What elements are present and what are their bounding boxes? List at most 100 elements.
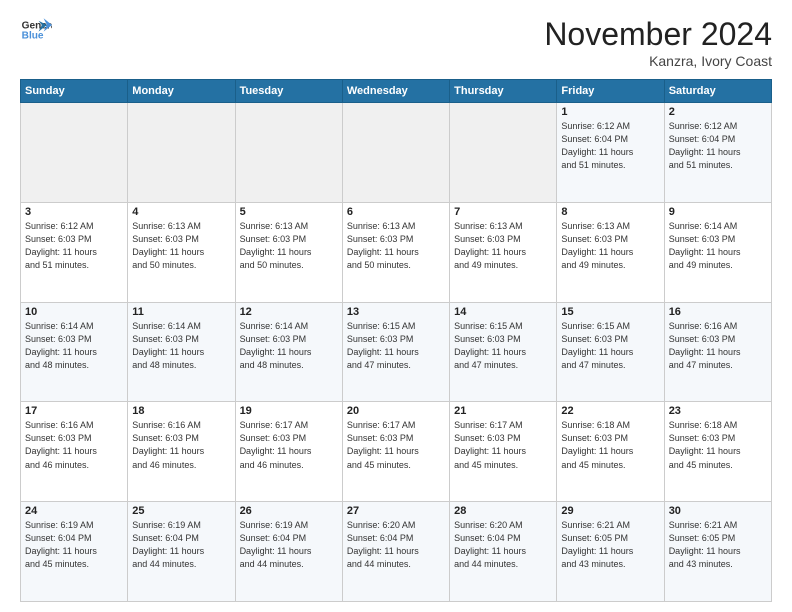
calendar-week-row: 3 Sunrise: 6:12 AMSunset: 6:03 PMDaylight… (21, 202, 772, 302)
table-row (450, 103, 557, 203)
day-info: Sunrise: 6:20 AMSunset: 6:04 PMDaylight:… (347, 519, 445, 571)
day-info: Sunrise: 6:19 AMSunset: 6:04 PMDaylight:… (25, 519, 123, 571)
logo: General Blue (20, 16, 52, 44)
table-row: 25 Sunrise: 6:19 AMSunset: 6:04 PMDayligh… (128, 502, 235, 602)
col-wednesday: Wednesday (342, 80, 449, 103)
day-info: Sunrise: 6:12 AMSunset: 6:04 PMDaylight:… (561, 120, 659, 172)
table-row: 15Sunrise: 6:15 AMSunset: 6:03 PMDayligh… (557, 302, 664, 402)
calendar-week-row: 17Sunrise: 6:16 AMSunset: 6:03 PMDayligh… (21, 402, 772, 502)
table-row: 6Sunrise: 6:13 AMSunset: 6:03 PMDaylight… (342, 202, 449, 302)
day-info: Sunrise: 6:19 AMSunset: 6:04 PMDaylight:… (240, 519, 338, 571)
calendar-header-row: Sunday Monday Tuesday Wednesday Thursday… (21, 80, 772, 103)
day-info: Sunrise: 6:13 AMSunset: 6:03 PMDaylight:… (240, 220, 338, 272)
table-row: 9 Sunrise: 6:14 AMSunset: 6:03 PMDaylight… (664, 202, 771, 302)
day-info: Sunrise: 6:15 AMSunset: 6:03 PMDaylight:… (347, 320, 445, 372)
table-row (235, 103, 342, 203)
day-info: Sunrise: 6:19 AMSunset: 6:04 PMDaylight:… (132, 519, 230, 571)
table-row: 17Sunrise: 6:16 AMSunset: 6:03 PMDayligh… (21, 402, 128, 502)
day-number: 16 (669, 306, 767, 318)
table-row: 2 Sunrise: 6:12 AMSunset: 6:04 PMDaylight… (664, 103, 771, 203)
day-number: 30 (669, 505, 767, 517)
day-number: 12 (240, 306, 338, 318)
table-row: 26 Sunrise: 6:19 AMSunset: 6:04 PMDayligh… (235, 502, 342, 602)
col-tuesday: Tuesday (235, 80, 342, 103)
day-info: Sunrise: 6:17 AMSunset: 6:03 PMDaylight:… (240, 419, 338, 471)
day-number: 20 (347, 405, 445, 417)
day-number: 28 (454, 505, 552, 517)
svg-text:Blue: Blue (22, 30, 44, 41)
day-info: Sunrise: 6:14 AMSunset: 6:03 PMDaylight:… (25, 320, 123, 372)
day-number: 2 (669, 106, 767, 118)
table-row: 13Sunrise: 6:15 AMSunset: 6:03 PMDayligh… (342, 302, 449, 402)
day-info: Sunrise: 6:14 AMSunset: 6:03 PMDaylight:… (669, 220, 767, 272)
table-row: 10 Sunrise: 6:14 AMSunset: 6:03 PMDayligh… (21, 302, 128, 402)
table-row: 18 Sunrise: 6:16 AMSunset: 6:03 PMDayligh… (128, 402, 235, 502)
table-row: 4 Sunrise: 6:13 AMSunset: 6:03 PMDaylight… (128, 202, 235, 302)
table-row: 27 Sunrise: 6:20 AMSunset: 6:04 PMDayligh… (342, 502, 449, 602)
table-row: 5 Sunrise: 6:13 AMSunset: 6:03 PMDaylight… (235, 202, 342, 302)
day-number: 4 (132, 206, 230, 218)
page-subtitle: Kanzra, Ivory Coast (544, 53, 772, 69)
day-number: 18 (132, 405, 230, 417)
day-info: Sunrise: 6:17 AMSunset: 6:03 PMDaylight:… (347, 419, 445, 471)
col-thursday: Thursday (450, 80, 557, 103)
table-row: 21 Sunrise: 6:17 AMSunset: 6:03 PMDayligh… (450, 402, 557, 502)
day-info: Sunrise: 6:12 AMSunset: 6:04 PMDaylight:… (669, 120, 767, 172)
table-row: 12 Sunrise: 6:14 AMSunset: 6:03 PMDayligh… (235, 302, 342, 402)
day-number: 5 (240, 206, 338, 218)
day-number: 7 (454, 206, 552, 218)
day-info: Sunrise: 6:13 AMSunset: 6:03 PMDaylight:… (347, 220, 445, 272)
title-block: November 2024 Kanzra, Ivory Coast (544, 16, 772, 69)
table-row: 8 Sunrise: 6:13 AMSunset: 6:03 PMDaylight… (557, 202, 664, 302)
day-info: Sunrise: 6:16 AMSunset: 6:03 PMDaylight:… (25, 419, 123, 471)
col-monday: Monday (128, 80, 235, 103)
table-row: 30 Sunrise: 6:21 AMSunset: 6:05 PMDayligh… (664, 502, 771, 602)
day-number: 23 (669, 405, 767, 417)
day-number: 22 (561, 405, 659, 417)
col-sunday: Sunday (21, 80, 128, 103)
col-friday: Friday (557, 80, 664, 103)
day-info: Sunrise: 6:15 AMSunset: 6:03 PMDaylight:… (561, 320, 659, 372)
day-number: 21 (454, 405, 552, 417)
page: General Blue November 2024 Kanzra, Ivory… (0, 0, 792, 612)
table-row: 22Sunrise: 6:18 AMSunset: 6:03 PMDayligh… (557, 402, 664, 502)
day-info: Sunrise: 6:17 AMSunset: 6:03 PMDaylight:… (454, 419, 552, 471)
day-number: 1 (561, 106, 659, 118)
day-info: Sunrise: 6:12 AMSunset: 6:03 PMDaylight:… (25, 220, 123, 272)
calendar: Sunday Monday Tuesday Wednesday Thursday… (20, 79, 772, 602)
table-row: 24Sunrise: 6:19 AMSunset: 6:04 PMDayligh… (21, 502, 128, 602)
table-row: 19 Sunrise: 6:17 AMSunset: 6:03 PMDayligh… (235, 402, 342, 502)
table-row: 29Sunrise: 6:21 AMSunset: 6:05 PMDayligh… (557, 502, 664, 602)
table-row: 11 Sunrise: 6:14 AMSunset: 6:03 PMDayligh… (128, 302, 235, 402)
day-number: 11 (132, 306, 230, 318)
day-info: Sunrise: 6:20 AMSunset: 6:04 PMDaylight:… (454, 519, 552, 571)
day-info: Sunrise: 6:14 AMSunset: 6:03 PMDaylight:… (132, 320, 230, 372)
day-info: Sunrise: 6:21 AMSunset: 6:05 PMDaylight:… (669, 519, 767, 571)
table-row (21, 103, 128, 203)
day-number: 10 (25, 306, 123, 318)
table-row: 14Sunrise: 6:15 AMSunset: 6:03 PMDayligh… (450, 302, 557, 402)
table-row (342, 103, 449, 203)
table-row: 20 Sunrise: 6:17 AMSunset: 6:03 PMDayligh… (342, 402, 449, 502)
day-info: Sunrise: 6:18 AMSunset: 6:03 PMDaylight:… (669, 419, 767, 471)
day-info: Sunrise: 6:16 AMSunset: 6:03 PMDaylight:… (132, 419, 230, 471)
table-row (128, 103, 235, 203)
day-number: 19 (240, 405, 338, 417)
calendar-week-row: 1 Sunrise: 6:12 AMSunset: 6:04 PMDaylight… (21, 103, 772, 203)
day-number: 14 (454, 306, 552, 318)
day-number: 26 (240, 505, 338, 517)
day-number: 9 (669, 206, 767, 218)
day-info: Sunrise: 6:16 AMSunset: 6:03 PMDaylight:… (669, 320, 767, 372)
header: General Blue November 2024 Kanzra, Ivory… (20, 16, 772, 69)
day-number: 25 (132, 505, 230, 517)
day-number: 8 (561, 206, 659, 218)
day-number: 27 (347, 505, 445, 517)
page-title: November 2024 (544, 16, 772, 53)
day-info: Sunrise: 6:13 AMSunset: 6:03 PMDaylight:… (132, 220, 230, 272)
day-info: Sunrise: 6:13 AMSunset: 6:03 PMDaylight:… (561, 220, 659, 272)
table-row: 23 Sunrise: 6:18 AMSunset: 6:03 PMDayligh… (664, 402, 771, 502)
day-number: 3 (25, 206, 123, 218)
day-info: Sunrise: 6:14 AMSunset: 6:03 PMDaylight:… (240, 320, 338, 372)
col-saturday: Saturday (664, 80, 771, 103)
day-info: Sunrise: 6:13 AMSunset: 6:03 PMDaylight:… (454, 220, 552, 272)
